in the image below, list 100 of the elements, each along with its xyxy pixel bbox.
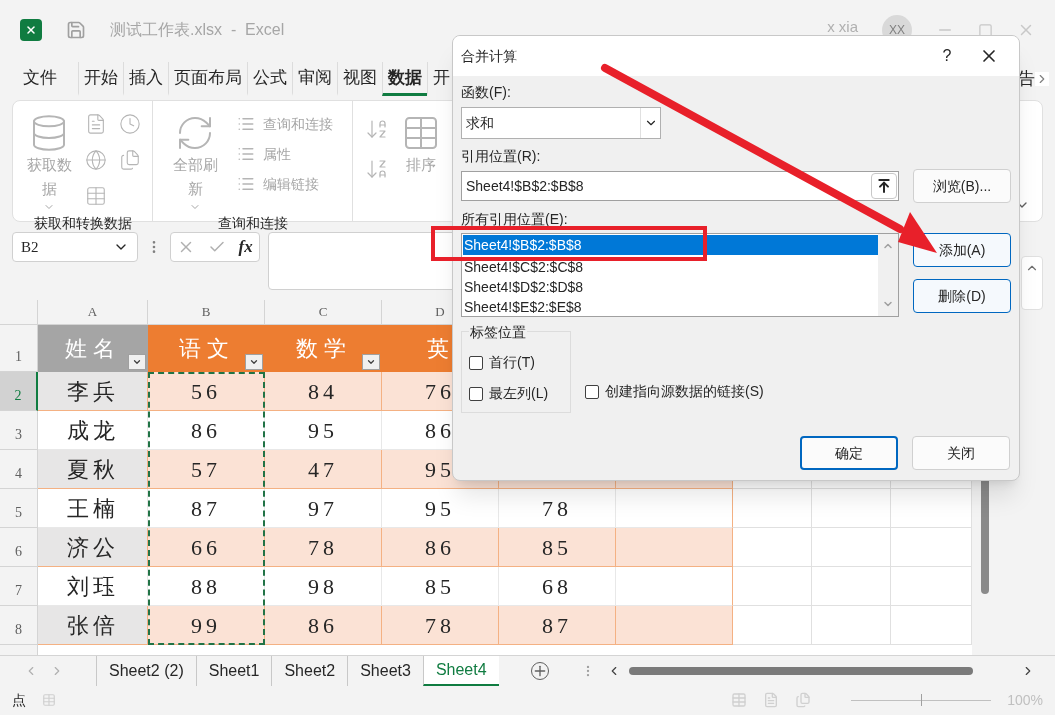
ribbon-tab[interactable]: 数据 (382, 62, 427, 96)
excel-logo-icon (20, 19, 42, 41)
table-cell: 47 (265, 450, 382, 489)
list-icon (237, 145, 255, 163)
table-cell: 87 (148, 489, 265, 528)
group-label: 查询和连接 (216, 214, 289, 233)
add-button[interactable]: 添加(A) (913, 233, 1011, 267)
table-icon[interactable] (85, 185, 107, 207)
checkbox-label: 创建指向源数据的链接(S) (605, 382, 764, 401)
filter-button[interactable] (245, 354, 263, 370)
table-cell: 84 (265, 372, 382, 411)
table-cell: 99 (148, 606, 265, 645)
row-header[interactable]: 5 (0, 489, 38, 528)
table-cell: 78 (382, 606, 499, 645)
column-header[interactable]: D (435, 302, 445, 322)
sheet-tab[interactable]: Sheet4 (422, 655, 499, 686)
table-cell: 85 (499, 528, 616, 567)
sheet-tab[interactable]: Sheet2 (2) (96, 655, 196, 686)
ribbon-tab[interactable]: 插入 (123, 62, 168, 96)
save-icon[interactable] (66, 20, 86, 40)
filter-button[interactable] (128, 354, 146, 370)
ribbon-tab[interactable]: 文件 (18, 62, 62, 96)
table-cell: 86 (148, 411, 265, 450)
globe-icon[interactable] (85, 149, 107, 171)
filter-button[interactable] (362, 354, 380, 370)
ribbon-tab[interactable]: 开始 (78, 62, 123, 96)
field-label: 所有引用位置(E): (461, 210, 568, 229)
checkbox[interactable] (469, 386, 483, 401)
sheet-tab[interactable]: Sheet3 (347, 655, 423, 686)
status-mode: 点 (12, 690, 26, 710)
table-cell: 78 (265, 528, 382, 567)
ribbon-tab[interactable]: 审阅 (292, 62, 337, 96)
row-header[interactable]: 4 (0, 450, 38, 489)
row-header[interactable]: 7 (0, 567, 38, 606)
delete-button[interactable]: 删除(D) (913, 279, 1011, 313)
table-cell: 86 (265, 606, 382, 645)
field-label: 函数(F): (461, 83, 511, 102)
table-cell: 85 (382, 567, 499, 606)
checkbox[interactable] (585, 384, 599, 399)
chevron-right-icon[interactable] (1035, 72, 1049, 86)
column-header[interactable]: A (87, 302, 98, 322)
list-item[interactable]: Sheet4!$E$2:$E$8 (463, 297, 878, 317)
table-cell: 87 (499, 606, 616, 645)
caret-icon (249, 357, 259, 367)
checkbox[interactable] (469, 355, 483, 370)
ok-button[interactable]: 确定 (800, 436, 898, 470)
list-item[interactable]: Sheet4!$B$2:$B$8 (463, 235, 878, 255)
row-header[interactable]: 6 (0, 528, 38, 567)
column-header[interactable]: B (201, 302, 211, 322)
files-icon[interactable] (119, 149, 141, 171)
help-button[interactable]: ? (927, 44, 967, 68)
ribbon-tab[interactable]: 视图 (337, 62, 382, 96)
header-cell-text: 语文 (178, 335, 235, 363)
caret-icon (132, 357, 142, 367)
insert-function-button[interactable]: fx (238, 234, 253, 260)
normal-view-icon[interactable] (731, 692, 748, 708)
group-label: 获取和转换数据 (32, 214, 133, 233)
name-box[interactable]: B2 (12, 232, 138, 262)
table-cell: 66 (148, 528, 265, 567)
table-cell: 57 (148, 450, 265, 489)
list-item[interactable]: Sheet4!$D$2:$D$8 (463, 277, 878, 297)
ribbon-tab[interactable]: 公式 (247, 62, 292, 96)
list-icon (237, 175, 255, 193)
sheet-tab[interactable]: Sheet2 (271, 655, 348, 686)
browse-button[interactable]: 浏览(B)... (913, 169, 1011, 203)
header-cell-text: 姓名 (65, 335, 121, 363)
table-cell: 张倍 (38, 606, 148, 645)
table-cell: 68 (499, 567, 616, 606)
page-break-icon[interactable] (795, 692, 812, 708)
close-button[interactable]: 关闭 (912, 436, 1010, 470)
window-title: 测试工作表.xlsx - Excel (110, 20, 285, 40)
caret-icon (366, 357, 376, 367)
sort-ascending-icon[interactable] (365, 117, 389, 141)
page-layout-icon[interactable] (763, 692, 780, 708)
table-cell: 济公 (38, 528, 148, 567)
accessibility-icon[interactable] (42, 693, 56, 707)
table-cell: 成龙 (38, 411, 148, 450)
table-cell: 78 (499, 489, 616, 528)
table-cell: 97 (265, 489, 382, 528)
header-cell-text: 英 (426, 335, 455, 363)
clock-icon[interactable] (119, 113, 141, 135)
user-name: x xia (827, 16, 858, 37)
collapse-icon[interactable] (876, 178, 892, 194)
row-header[interactable]: 3 (0, 411, 38, 450)
function-dropdown[interactable]: 求和 (461, 107, 661, 139)
field-label: 引用位置(R): (461, 147, 541, 166)
table-cell: 王楠 (38, 489, 148, 528)
sheet-tab[interactable]: Sheet1 (195, 655, 272, 686)
column-header[interactable]: C (318, 302, 328, 322)
list-scrollbar[interactable] (878, 234, 898, 316)
list-item[interactable]: Sheet4!$C$2:$C$8 (463, 257, 878, 277)
row-header[interactable]: 8 (0, 606, 38, 645)
table-cell: 86 (382, 528, 499, 567)
row-header[interactable]: 1 (15, 346, 22, 367)
table-cell: 95 (265, 411, 382, 450)
table-cell: 李兵 (38, 372, 148, 411)
file-icon[interactable] (85, 113, 107, 135)
dialog-title: 合并计算 (461, 46, 518, 66)
reference-field[interactable]: Sheet4!$B$2:$B$8 (461, 171, 899, 201)
ribbon-tab[interactable]: 页面布局 (168, 62, 247, 96)
